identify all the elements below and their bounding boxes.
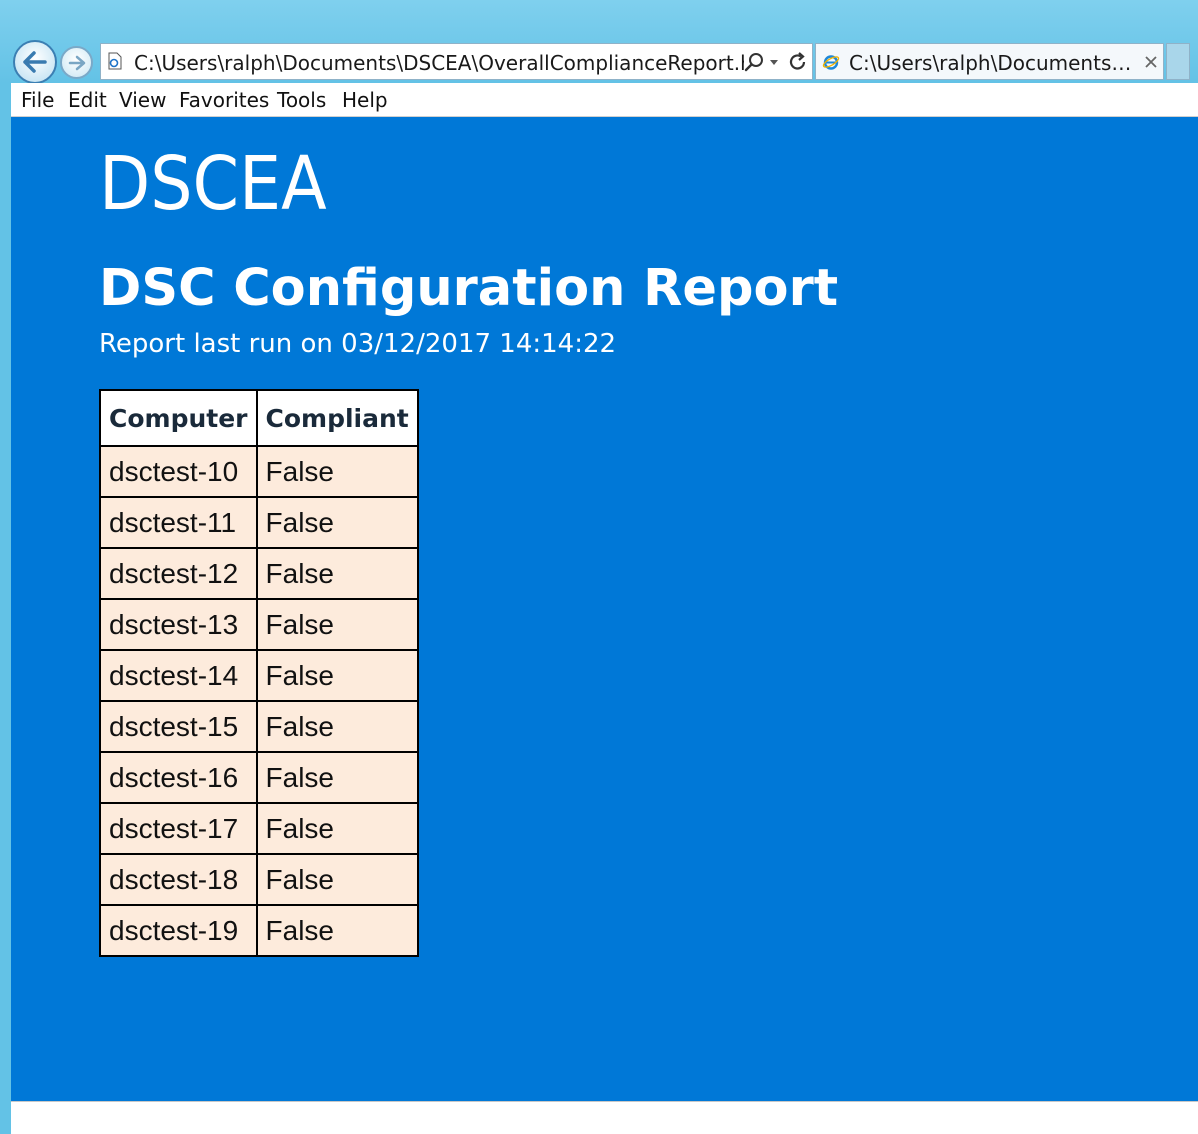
address-bar[interactable]: C:\Users\ralph\Documents\DSCEA\OverallCo…: [100, 43, 813, 80]
forward-arrow-icon: [68, 55, 85, 70]
table-row: dsctest-13 False: [99, 598, 419, 651]
cell-compliant: False: [255, 853, 419, 906]
cell-compliant: False: [255, 751, 419, 804]
page-content: DSCEA DSC Configuration Report Report la…: [11, 117, 1198, 1101]
search-icon[interactable]: [744, 52, 764, 72]
cell-compliant: False: [255, 547, 419, 600]
dscea-logo: DSCEA: [99, 141, 327, 227]
cell-computer: dsctest-14: [99, 649, 258, 702]
tab-title[interactable]: C:\Users\ralph\Documents\D...: [849, 51, 1134, 75]
menu-edit[interactable]: Edit: [68, 88, 107, 112]
table-row: dsctest-14 False: [99, 649, 419, 702]
table-row: dsctest-18 False: [99, 853, 419, 906]
address-url[interactable]: C:\Users\ralph\Documents\DSCEA\OverallCo…: [134, 51, 744, 75]
cell-compliant: False: [255, 649, 419, 702]
table-row: dsctest-17 False: [99, 802, 419, 855]
cell-compliant: False: [255, 496, 419, 549]
compliance-table: Computer Compliant dsctest-10 False dsct…: [99, 389, 419, 957]
cell-computer: dsctest-17: [99, 802, 258, 855]
cell-computer: dsctest-16: [99, 751, 258, 804]
window-frame: [0, 83, 11, 1134]
cell-computer: dsctest-13: [99, 598, 258, 651]
status-bar: [11, 1101, 1198, 1134]
chevron-down-icon[interactable]: [768, 56, 780, 68]
table-row: dsctest-16 False: [99, 751, 419, 804]
menu-file[interactable]: File: [21, 88, 54, 112]
cell-computer: dsctest-11: [99, 496, 258, 549]
menu-help[interactable]: Help: [342, 88, 388, 112]
cell-compliant: False: [255, 598, 419, 651]
cell-computer: dsctest-15: [99, 700, 258, 753]
forward-button[interactable]: [60, 46, 93, 79]
ie-logo-icon: [822, 55, 840, 70]
menu-view[interactable]: View: [119, 88, 166, 112]
back-arrow-icon: [23, 51, 47, 73]
cell-compliant: False: [255, 700, 419, 753]
cell-computer: dsctest-12: [99, 547, 258, 600]
table-row: dsctest-12 False: [99, 547, 419, 600]
table-row: dsctest-10 False: [99, 445, 419, 498]
menu-bar: File Edit View Favorites Tools Help: [11, 83, 1198, 117]
cell-compliant: False: [255, 445, 419, 498]
new-tab-button[interactable]: [1166, 43, 1190, 80]
menu-favorites[interactable]: Favorites: [179, 88, 269, 112]
page-icon: [108, 52, 122, 70]
cell-computer: dsctest-18: [99, 853, 258, 906]
table-row: dsctest-15 False: [99, 700, 419, 753]
cell-compliant: False: [255, 904, 419, 957]
table-row: dsctest-11 False: [99, 496, 419, 549]
refresh-icon[interactable]: [787, 51, 809, 73]
close-icon[interactable]: [1143, 54, 1159, 70]
page-title: DSC Configuration Report: [99, 259, 839, 318]
cell-computer: dsctest-19: [99, 904, 258, 957]
browser-tab[interactable]: C:\Users\ralph\Documents\D...: [815, 43, 1164, 80]
table-row: dsctest-19 False: [99, 904, 419, 957]
header-compliant: Compliant: [255, 389, 419, 447]
report-timestamp: Report last run on 03/12/2017 14:14:22: [99, 329, 617, 359]
cell-compliant: False: [255, 802, 419, 855]
cell-computer: dsctest-10: [99, 445, 258, 498]
table-header-row: Computer Compliant: [99, 389, 419, 447]
back-button[interactable]: [13, 40, 57, 84]
menu-tools[interactable]: Tools: [277, 88, 326, 112]
header-computer: Computer: [99, 389, 258, 447]
